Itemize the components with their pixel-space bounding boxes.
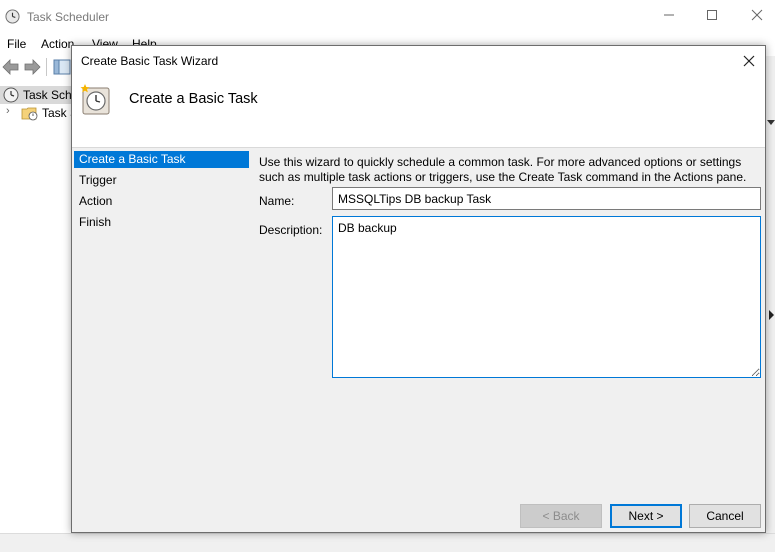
status-strip bbox=[0, 533, 775, 552]
console-tree-icon[interactable] bbox=[53, 58, 71, 76]
task-description-textarea[interactable]: DB backup bbox=[332, 216, 761, 378]
console-tree bbox=[0, 85, 72, 545]
folder-clock-icon bbox=[21, 107, 38, 121]
main-window-title: Task Scheduler bbox=[27, 10, 110, 24]
step-create-basic-task[interactable]: Create a Basic Task bbox=[74, 151, 249, 168]
menu-action[interactable]: Action bbox=[41, 37, 74, 51]
close-icon bbox=[751, 9, 763, 21]
clock-icon bbox=[5, 9, 20, 24]
chevron-right-icon[interactable]: › bbox=[6, 105, 10, 117]
back-arrow-icon[interactable] bbox=[1, 58, 21, 76]
menu-file[interactable]: File bbox=[7, 37, 26, 51]
create-basic-task-wizard: Create Basic Task Wizard Create a Basic … bbox=[71, 45, 766, 533]
actions-pane-edge bbox=[765, 56, 775, 546]
step-finish[interactable]: Finish bbox=[74, 214, 249, 231]
maximize-button[interactable] bbox=[700, 6, 724, 28]
back-button[interactable]: < Back bbox=[520, 504, 602, 528]
chevron-right-icon[interactable] bbox=[767, 310, 775, 320]
tree-item-task-scheduler-library[interactable]: › Task Scheduler Library bbox=[0, 104, 72, 122]
minimize-icon bbox=[664, 14, 674, 16]
close-icon bbox=[743, 55, 755, 67]
wizard-description: Use this wizard to quickly schedule a co… bbox=[259, 155, 747, 184]
maximize-icon bbox=[707, 10, 717, 20]
description-label: Description: bbox=[259, 223, 323, 237]
minimize-button[interactable] bbox=[657, 6, 681, 28]
wizard-title: Create Basic Task Wizard bbox=[81, 54, 219, 68]
step-action[interactable]: Action bbox=[74, 193, 249, 210]
cancel-button[interactable]: Cancel bbox=[689, 504, 761, 528]
clock-icon bbox=[3, 87, 19, 103]
next-button[interactable]: Next > bbox=[610, 504, 682, 528]
toolbar-separator bbox=[46, 58, 47, 76]
tree-item-label: Task Scheduler Library bbox=[42, 106, 72, 120]
wizard-close-button[interactable] bbox=[736, 50, 762, 72]
forward-arrow-icon[interactable] bbox=[22, 58, 42, 76]
wizard-title-bar: Create Basic Task Wizard bbox=[72, 46, 765, 76]
name-label: Name: bbox=[259, 194, 295, 208]
step-trigger[interactable]: Trigger bbox=[74, 172, 249, 189]
chevron-down-icon[interactable] bbox=[767, 117, 775, 127]
task-name-input[interactable] bbox=[332, 187, 761, 210]
main-close-button[interactable] bbox=[745, 6, 769, 28]
wizard-header: Create a Basic Task bbox=[72, 76, 765, 148]
task-clock-icon bbox=[80, 84, 110, 115]
wizard-page-title: Create a Basic Task bbox=[129, 91, 258, 107]
main-title-bar: Task Scheduler bbox=[0, 0, 775, 34]
tree-item-task-scheduler-local[interactable]: Task Scheduler (Local) bbox=[0, 86, 72, 104]
tree-item-label: Task Scheduler (Local) bbox=[23, 88, 72, 102]
